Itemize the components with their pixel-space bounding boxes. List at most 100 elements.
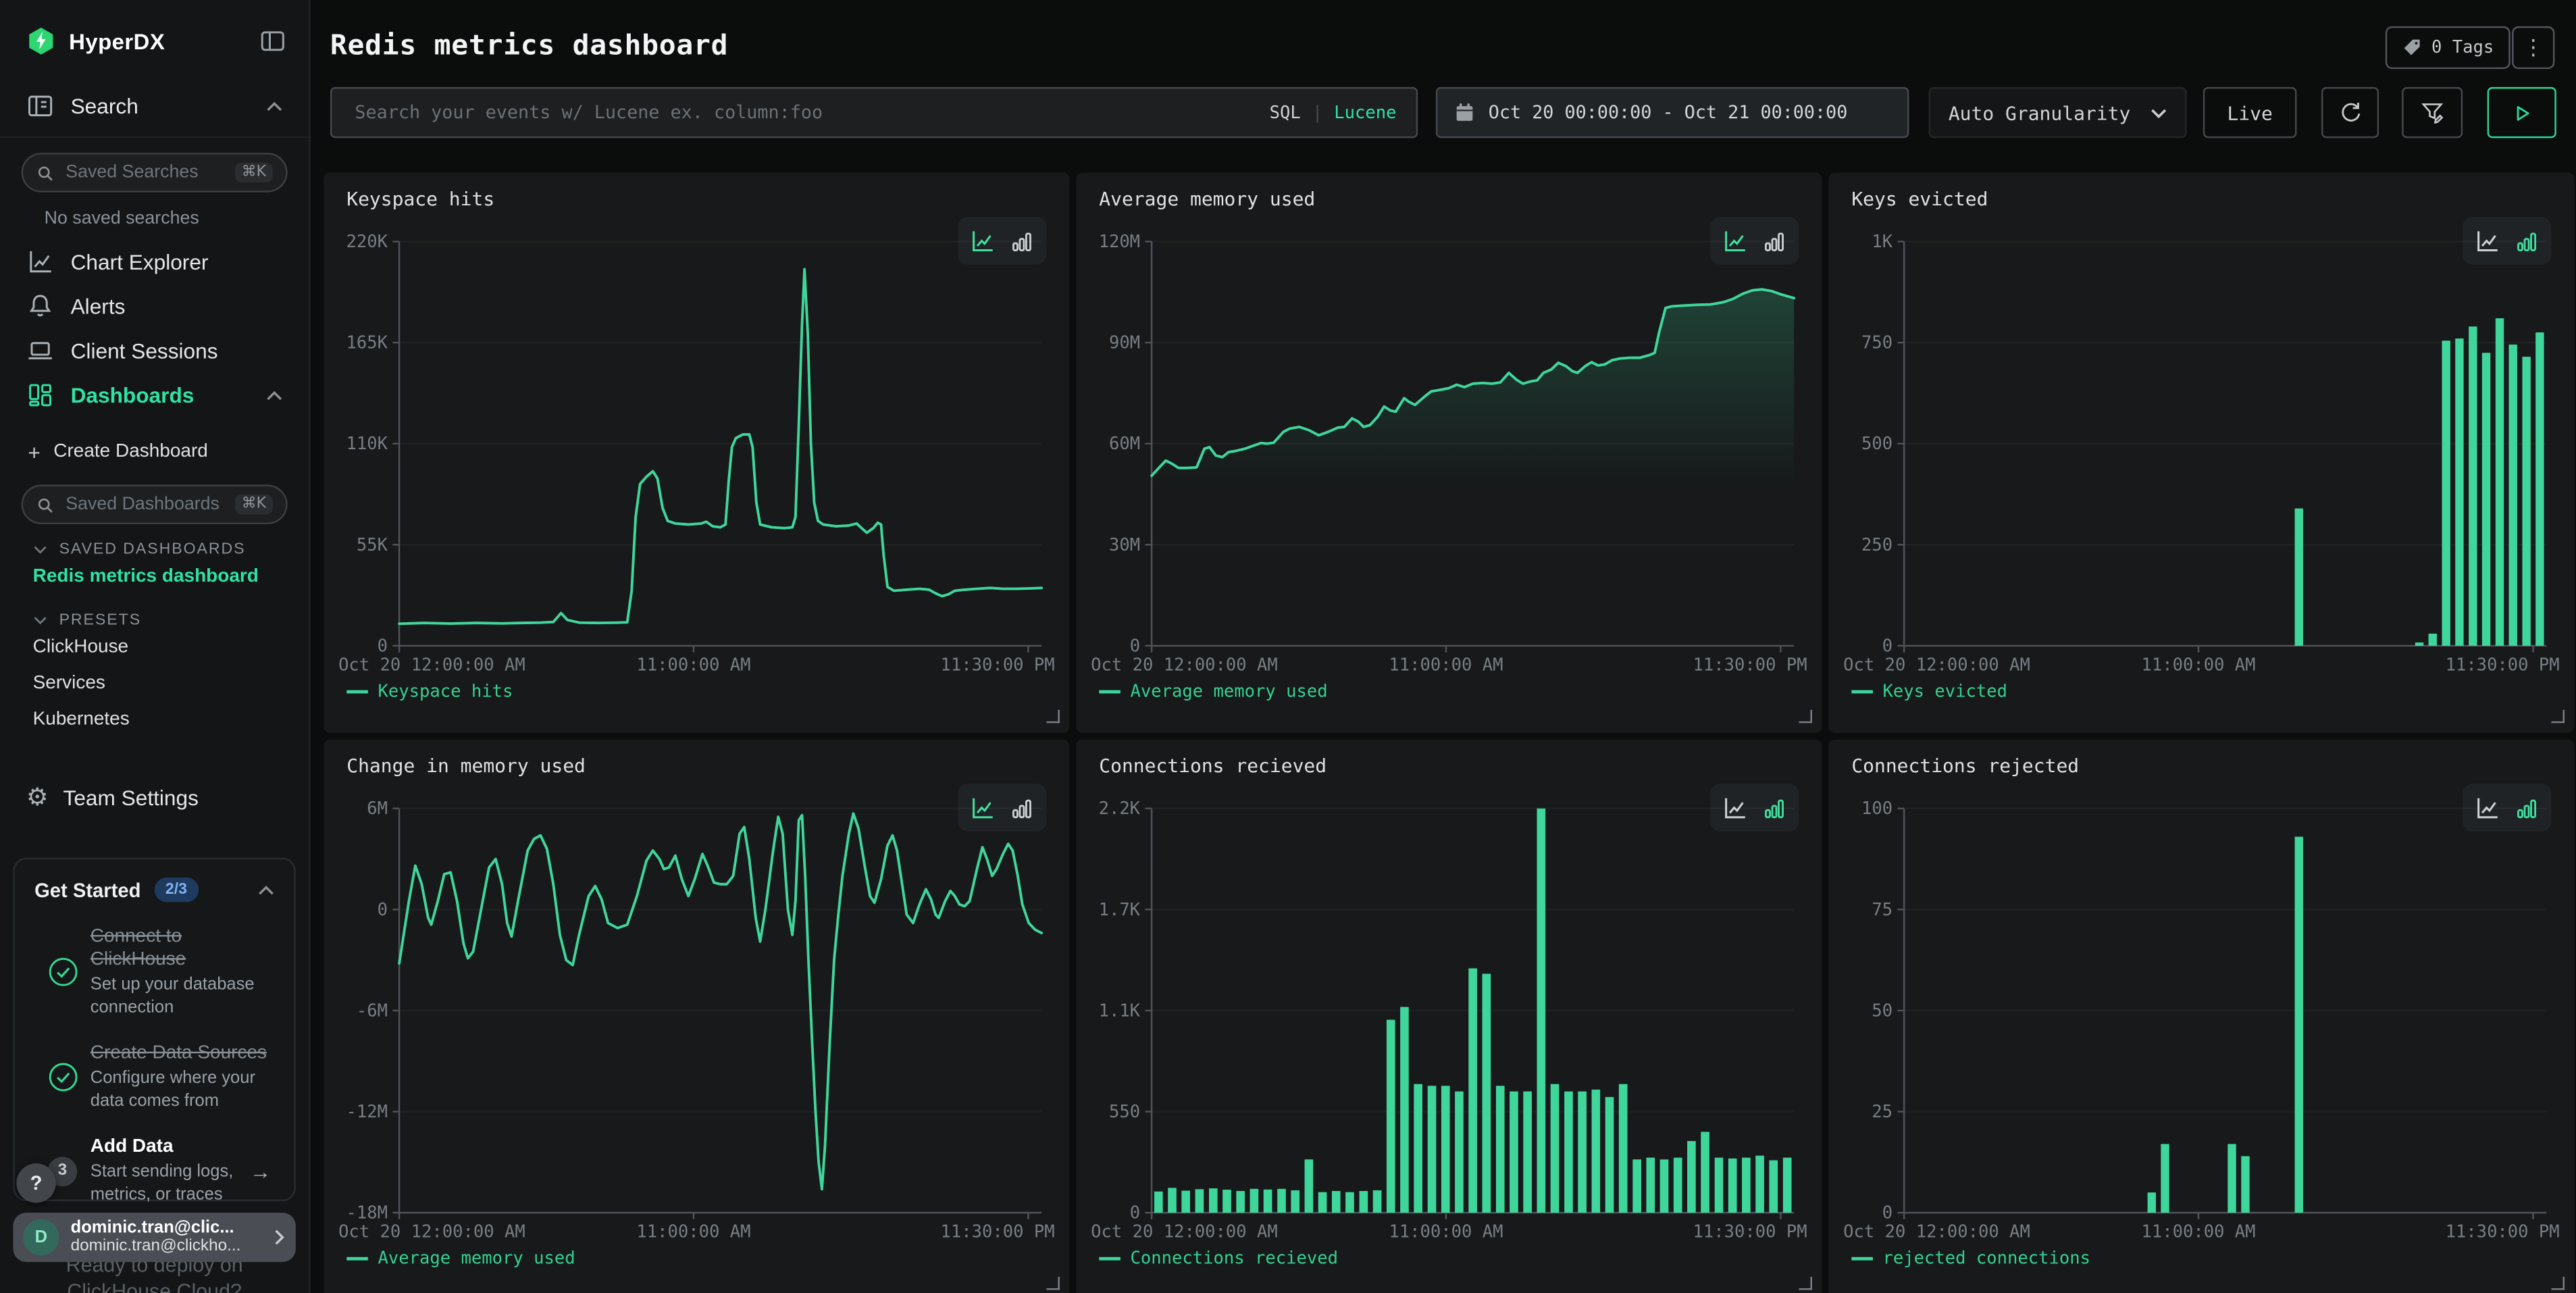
check-circle-icon xyxy=(47,1061,78,1092)
gear-icon: ⚙ xyxy=(26,784,49,809)
svg-text:Oct 20 12:00:00 AM: Oct 20 12:00:00 AM xyxy=(338,655,525,675)
chart-card: Connections recieved 05501.1K1.7K2.2KOct… xyxy=(1076,740,1822,1293)
shortcut-badge: ⌘K xyxy=(235,495,273,514)
get-started-step-2[interactable]: Create Data Sources Configure where your… xyxy=(34,1042,274,1113)
user-menu[interactable]: D dominic.tran@clic... dominic.tran@clic… xyxy=(13,1213,295,1262)
sidebar-item-clickhouse[interactable]: ClickHouse xyxy=(33,638,309,665)
sidebar-collapse-icon[interactable] xyxy=(259,28,286,54)
saved-dashboards-input[interactable]: Saved Dashboards ⌘K xyxy=(22,485,288,524)
check-circle-icon xyxy=(47,957,78,988)
svg-text:11:30:00 PM: 11:30:00 PM xyxy=(1693,655,1807,675)
sidebar-item-dashboards[interactable]: Dashboards xyxy=(0,373,309,417)
app-title: HyperDX xyxy=(69,29,259,53)
svg-text:Oct 20 12:00:00 AM: Oct 20 12:00:00 AM xyxy=(1091,1222,1278,1242)
get-started-title: Get Started xyxy=(34,878,140,901)
chart-plot: 02505007501KOct 20 12:00:00 AM11:00:00 A… xyxy=(1842,232,2561,692)
sidebar-nav: Chart Explorer Alerts Client Sessions Da… xyxy=(0,240,309,417)
chart-card: Connections rejected 0255075100Oct 20 12… xyxy=(1828,740,2574,1293)
svg-text:6M: 6M xyxy=(367,798,388,819)
svg-text:25: 25 xyxy=(1872,1102,1892,1122)
progress-badge: 2/3 xyxy=(154,878,199,902)
play-button[interactable] xyxy=(2488,87,2556,138)
chart-legend: Average memory used xyxy=(346,1249,575,1269)
resize-handle[interactable] xyxy=(1046,1277,1059,1290)
chart-legend: Connections recieved xyxy=(1099,1249,1338,1269)
get-started-card: Get Started 2/3 Connect to ClickHouse Se… xyxy=(13,858,295,1201)
chart-title: Connections recieved xyxy=(1099,754,1326,777)
legend-label: Average memory used xyxy=(378,1249,575,1269)
play-icon xyxy=(2510,101,2533,124)
svg-text:220K: 220K xyxy=(346,232,388,252)
section-presets[interactable]: PRESETS xyxy=(33,611,309,630)
kebab-menu-button[interactable]: ⋮ xyxy=(2512,26,2554,69)
tags-button[interactable]: 0 Tags xyxy=(2386,26,2510,69)
saved-dashboards-placeholder: Saved Dashboards xyxy=(66,495,235,514)
chart-title: Average memory used xyxy=(1099,187,1315,210)
sidebar-item-kubernetes[interactable]: Kubernetes xyxy=(33,710,309,738)
sidebar-item-search[interactable]: Search xyxy=(0,92,309,138)
legend-dash xyxy=(1851,1257,1873,1261)
legend-label: Connections recieved xyxy=(1130,1249,1338,1269)
section-saved-dashboards[interactable]: SAVED DASHBOARDS xyxy=(33,540,309,559)
filter-button[interactable] xyxy=(2402,87,2463,138)
granularity-select[interactable]: Auto Granularity xyxy=(1929,87,2187,138)
sidebar-item-client-sessions[interactable]: Client Sessions xyxy=(0,328,309,373)
event-search-box: SQL | Lucene xyxy=(330,87,1418,138)
chart-card: Change in memory used -18M-12M-6M06MOct … xyxy=(324,740,1069,1293)
chevron-down-icon xyxy=(33,546,48,554)
refresh-button[interactable] xyxy=(2321,87,2379,138)
svg-text:0: 0 xyxy=(1130,1203,1140,1223)
chart-plot: 055K110K165K220KOct 20 12:00:00 AM11:00:… xyxy=(337,232,1056,692)
resize-handle[interactable] xyxy=(1799,710,1811,723)
svg-text:165K: 165K xyxy=(346,333,388,353)
get-started-step-1[interactable]: Connect to ClickHouse Set up your databa… xyxy=(34,925,274,1019)
svg-text:0: 0 xyxy=(378,636,388,656)
svg-text:0: 0 xyxy=(1130,636,1140,656)
dashboards-grid-icon xyxy=(26,381,54,409)
lucene-mode-toggle[interactable]: Lucene xyxy=(1334,103,1396,122)
sidebar-item-team-settings[interactable]: ⚙ Team Settings xyxy=(0,778,309,817)
svg-text:250: 250 xyxy=(1861,535,1892,555)
step-desc: Configure where your data comes from xyxy=(91,1067,274,1113)
chart-card: Keyspace hits 055K110K165K220KOct 20 12:… xyxy=(324,172,1069,732)
saved-searches-input[interactable]: Saved Searches ⌘K xyxy=(22,153,288,192)
svg-text:100: 100 xyxy=(1861,798,1892,819)
no-saved-searches-text: No saved searches xyxy=(45,209,309,228)
chevron-up-icon[interactable] xyxy=(258,885,274,895)
date-range-picker[interactable]: Oct 20 00:00:00 - Oct 21 00:00:00 xyxy=(1436,87,1909,138)
legend-dash xyxy=(1099,1257,1120,1261)
legend-dash xyxy=(1851,690,1873,694)
chevron-up-icon[interactable] xyxy=(266,101,282,111)
get-started-header[interactable]: Get Started 2/3 xyxy=(34,878,274,902)
sidebar-item-services[interactable]: Services xyxy=(33,674,309,701)
svg-text:90M: 90M xyxy=(1109,333,1140,353)
legend-dash xyxy=(346,690,368,694)
resize-handle[interactable] xyxy=(2552,710,2565,723)
sql-mode-toggle[interactable]: SQL xyxy=(1270,103,1301,122)
chart-plot: 030M60M90M120MOct 20 12:00:00 AM11:00:00… xyxy=(1089,232,1809,692)
resize-handle[interactable] xyxy=(1046,710,1059,723)
arrow-right-icon: → xyxy=(250,1159,272,1183)
chart-title: Connections rejected xyxy=(1851,754,2079,777)
svg-text:11:30:00 PM: 11:30:00 PM xyxy=(941,1222,1055,1242)
date-range-text: Oct 20 00:00:00 - Oct 21 00:00:00 xyxy=(1489,102,1848,124)
chevron-right-icon xyxy=(273,1229,286,1245)
create-dashboard-label: Create Dashboard xyxy=(53,442,208,461)
resize-handle[interactable] xyxy=(2552,1277,2565,1290)
sidebar-item-label: Dashboards xyxy=(71,383,266,407)
search-input[interactable] xyxy=(352,100,1270,124)
svg-text:55K: 55K xyxy=(357,535,388,555)
sidebar-item-redis-dashboard[interactable]: Redis metrics dashboard xyxy=(33,567,309,594)
saved-searches-placeholder: Saved Searches xyxy=(66,163,235,182)
sidebar-item-alerts[interactable]: Alerts xyxy=(0,284,309,329)
sidebar-item-chart-explorer[interactable]: Chart Explorer xyxy=(0,240,309,284)
svg-text:Oct 20 12:00:00 AM: Oct 20 12:00:00 AM xyxy=(1091,655,1278,675)
chart-card: Keys evicted 02505007501KOct 20 12:00:00… xyxy=(1828,172,2574,732)
help-button[interactable]: ? xyxy=(16,1163,55,1202)
get-started-step-3[interactable]: 3 Add Data Start sending logs, metrics, … xyxy=(34,1136,274,1207)
svg-text:550: 550 xyxy=(1109,1102,1140,1122)
create-dashboard-button[interactable]: + Create Dashboard xyxy=(0,434,309,470)
live-button[interactable]: Live xyxy=(2203,87,2297,138)
chevron-up-icon[interactable] xyxy=(266,390,282,401)
resize-handle[interactable] xyxy=(1799,1277,1811,1290)
